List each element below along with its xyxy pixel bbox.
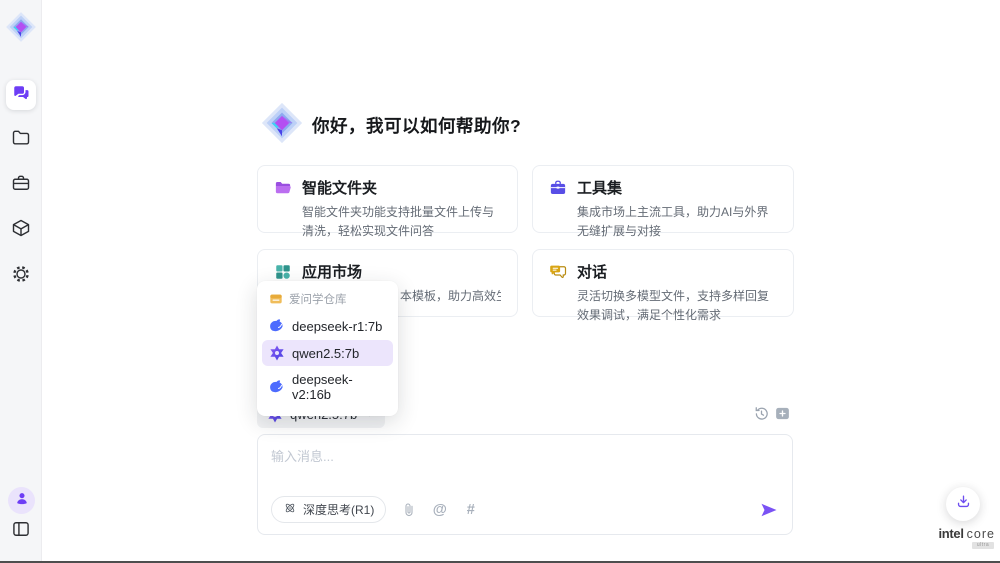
qwen-icon: [269, 345, 285, 361]
intel-badge: ultra: [972, 542, 994, 549]
send-icon[interactable]: [759, 500, 779, 520]
chat-bubbles-icon: [12, 84, 30, 107]
sidebar: [0, 0, 42, 561]
download-button[interactable]: [946, 487, 980, 521]
model-option-qwen[interactable]: qwen2.5:7b: [262, 340, 393, 366]
deepseek-whale-icon: [269, 379, 285, 395]
model-option-label: deepseek-v2:16b: [292, 372, 386, 402]
new-chat-icon[interactable]: [774, 405, 791, 422]
panel-toggle-icon: [11, 526, 31, 543]
deepseek-whale-icon: [269, 318, 285, 334]
model-group-label: 爱问学仓库: [289, 291, 347, 307]
card-title: 应用市场: [302, 261, 362, 282]
sidebar-item-account[interactable]: [8, 487, 35, 514]
sidebar-item-toolbox[interactable]: [10, 174, 32, 196]
model-option-label: deepseek-r1:7b: [292, 319, 382, 334]
at-icon[interactable]: @: [431, 501, 448, 518]
repo-icon: [269, 292, 283, 306]
card-desc: 灵活切换多模型文件，支持多样回复效果调试，满足个性化需求: [577, 287, 777, 324]
card-dialog[interactable]: 对话 灵活切换多模型文件，支持多样回复效果调试，满足个性化需求: [532, 249, 794, 317]
greeting-title: 你好，我可以如何帮助你?: [312, 113, 521, 138]
model-option-label: qwen2.5:7b: [292, 346, 359, 361]
card-title: 对话: [577, 261, 607, 282]
intel-core-logo: intel core ultra: [929, 526, 995, 549]
gear-icon: [11, 264, 31, 289]
deep-think-toggle[interactable]: 深度思考(R1): [271, 496, 386, 523]
toolset-briefcase-icon: [549, 179, 567, 197]
sidebar-item-settings[interactable]: [10, 265, 32, 287]
cube-icon: [11, 218, 31, 243]
card-toolset[interactable]: 工具集 集成市场上主流工具，助力AI与外界无缝扩展与对接: [532, 165, 794, 233]
smart-folder-icon: [274, 179, 292, 197]
deep-think-label: 深度思考(R1): [303, 501, 374, 518]
model-option-deepseek-r1[interactable]: deepseek-r1:7b: [262, 313, 393, 339]
dialog-bubbles-icon: [549, 263, 567, 281]
folder-icon: [11, 128, 31, 153]
history-icon[interactable]: [753, 405, 770, 422]
greeting-logo-diamond: [259, 100, 305, 146]
intel-product-text: core: [967, 527, 995, 541]
app-market-icon: [274, 263, 292, 281]
sidebar-item-panel[interactable]: [11, 519, 31, 539]
briefcase-icon: [11, 173, 31, 198]
card-title: 智能文件夹: [302, 177, 377, 198]
sidebar-item-chat[interactable]: [6, 80, 36, 110]
message-composer: 深度思考(R1) @ #: [257, 434, 793, 535]
card-smart-folder[interactable]: 智能文件夹 智能文件夹功能支持批量文件上传与清洗，轻松实现文件问答: [257, 165, 518, 233]
model-option-deepseek-v2[interactable]: deepseek-v2:16b: [262, 367, 393, 407]
paperclip-icon[interactable]: [400, 501, 417, 518]
model-dropdown: 爱问学仓库 deepseek-r1:7b qwen2.5:7b: [257, 281, 398, 416]
app-logo-diamond: [4, 10, 38, 44]
sidebar-item-models[interactable]: [10, 219, 32, 241]
atom-icon: [283, 501, 297, 518]
download-icon: [955, 493, 972, 515]
composer-toolbar: 深度思考(R1) @ #: [271, 496, 779, 523]
hash-icon[interactable]: #: [462, 501, 479, 518]
card-desc: 集成市场上主流工具，助力AI与外界无缝扩展与对接: [577, 203, 777, 240]
card-title: 工具集: [577, 177, 622, 198]
sidebar-item-folders[interactable]: [10, 129, 32, 151]
message-input[interactable]: [271, 446, 771, 488]
model-group-row: 爱问学仓库: [262, 288, 393, 312]
intel-brand-text: intel: [938, 526, 963, 541]
card-desc: 智能文件夹功能支持批量文件上传与清洗，轻松实现文件问答: [302, 203, 501, 240]
user-icon: [14, 490, 30, 511]
